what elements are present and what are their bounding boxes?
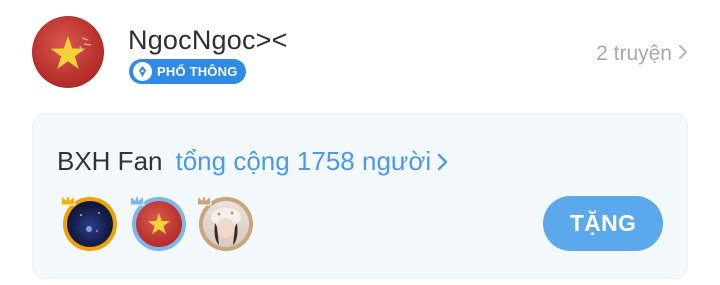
fan-ranking-card: BXH Fan tổng cộng 1758 người TẶNG: [32, 113, 688, 279]
rank-2-crown-icon: [128, 192, 146, 213]
top-fan-2-avatar[interactable]: [129, 192, 186, 251]
avatar[interactable]: [32, 16, 104, 88]
chevron-right-icon: [678, 41, 688, 67]
chevron-right-icon: [437, 146, 448, 178]
pen-nib-icon: [133, 62, 152, 81]
stories-link[interactable]: 2 truyện: [596, 41, 688, 67]
stories-count: 2 truyện: [596, 42, 672, 65]
fan-total: tổng cộng 1758 người: [175, 146, 432, 176]
fan-ranking-link[interactable]: BXH Fan tổng cộng 1758 người: [57, 144, 448, 178]
fan-ranking-label: BXH Fan: [57, 146, 163, 176]
membership-badge: PHỔ THÔNG: [129, 59, 246, 84]
badge-label: PHỔ THÔNG: [157, 64, 238, 79]
gift-button[interactable]: TẶNG: [543, 196, 663, 251]
rank-1-crown-icon: [59, 192, 77, 213]
top-fan-3-avatar[interactable]: [196, 192, 253, 251]
user-name[interactable]: NgocNgoc><: [128, 24, 288, 56]
top-fan-1-avatar[interactable]: [60, 192, 117, 251]
rank-3-crown-icon: [195, 192, 213, 213]
